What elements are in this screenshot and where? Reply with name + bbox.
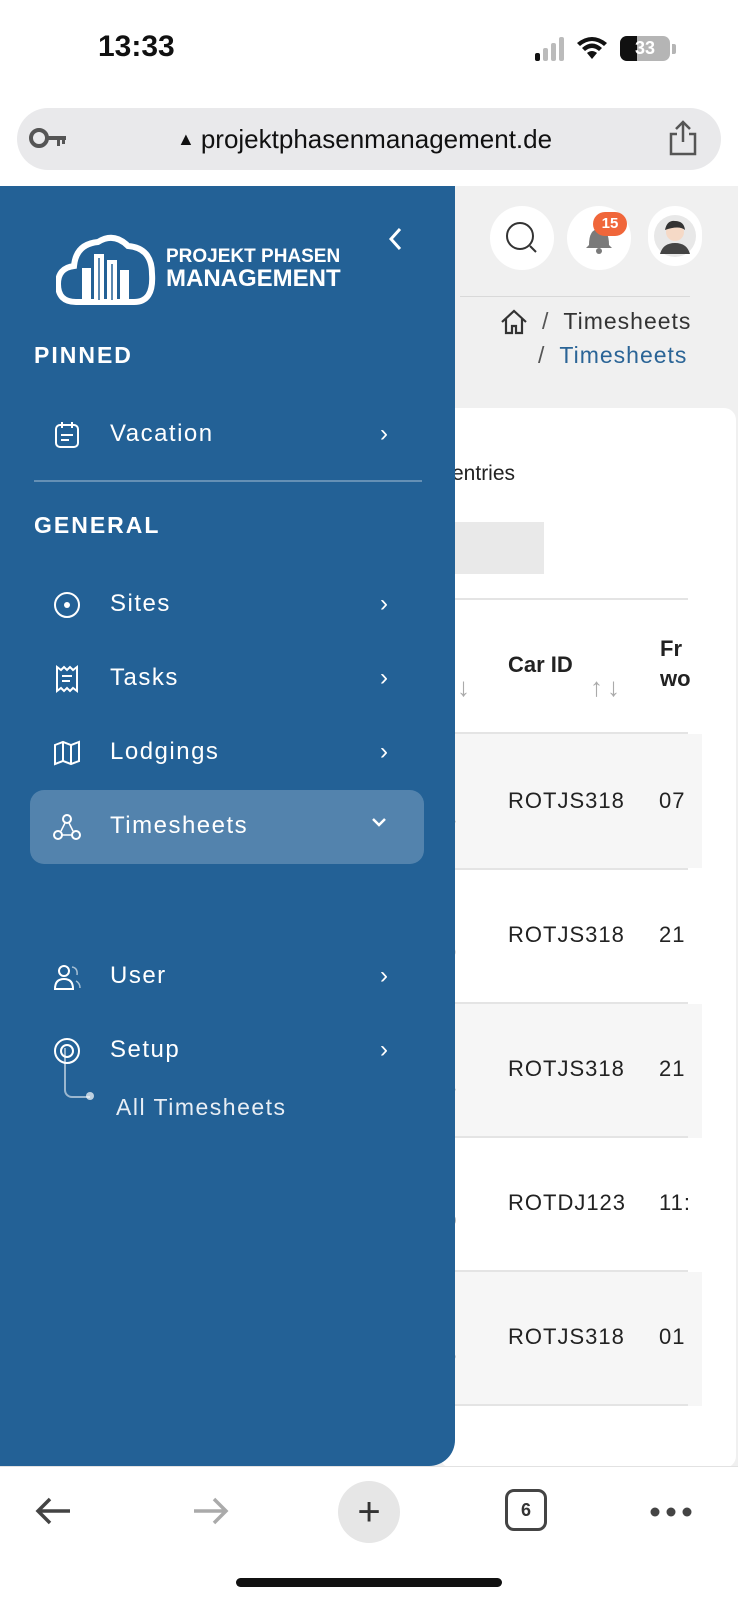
calendar-icon (55, 422, 79, 448)
sidebar-item-label: Timesheets (110, 812, 249, 839)
battery-icon: 33 (620, 36, 670, 61)
cell-car-id: ROTDJ123 (508, 1190, 627, 1215)
table-row[interactable]: -3 ROTJS318 21 (440, 1004, 702, 1138)
home-indicator (236, 1578, 502, 1587)
chevron-right-icon: › (380, 420, 388, 447)
warning-icon: ▲ (177, 129, 195, 149)
battery-tip (672, 43, 676, 54)
cell-next: 01 (659, 1324, 686, 1349)
sort-icon[interactable]: ↑↓ (590, 672, 624, 703)
chevron-down-icon (370, 808, 388, 836)
entries-label: entries (452, 462, 516, 485)
share-icon[interactable] (667, 120, 699, 156)
column-header-next[interactable]: Fr wo (660, 634, 690, 694)
address-bar[interactable]: ▲ projektphasenmanagement.de (17, 108, 721, 170)
header-divider (460, 296, 690, 297)
sidebar-item-setup[interactable]: Setup › (30, 1014, 424, 1088)
url-display[interactable]: ▲ projektphasenmanagement.de (177, 124, 552, 155)
sidebar-item-tasks[interactable]: Tasks › (30, 642, 424, 716)
map-icon (54, 740, 80, 766)
chevron-right-icon: › (380, 1036, 388, 1063)
new-tab-icon[interactable]: + (338, 1481, 400, 1543)
collapse-sidebar-button[interactable] (386, 226, 404, 260)
cell-next: 11: (659, 1190, 691, 1215)
cell-car-id: ROTJS318 (508, 922, 625, 947)
users-icon (53, 965, 81, 990)
logo-text: PROJEKT PHASEN MANAGEMENT (166, 246, 341, 292)
home-icon[interactable] (500, 309, 528, 335)
sidebar-item-label: Setup (110, 1036, 181, 1063)
key-icon[interactable] (29, 126, 69, 150)
cell-next: 21 (659, 922, 686, 947)
notifications-button[interactable]: 15 (567, 206, 631, 270)
status-time: 13:33 (98, 30, 175, 63)
section-title-general: GENERAL (34, 512, 161, 538)
sidebar-item-label: Lodgings (110, 738, 220, 765)
table-row[interactable]: -9 ROTJS318 21 (440, 870, 702, 1004)
sidebar-item-label: Vacation (110, 420, 214, 447)
breadcrumb-item[interactable]: Timesheets (563, 308, 691, 335)
sidebar-item-label: Sites (110, 590, 171, 617)
cell-car-id: ROTJS318 (508, 1324, 625, 1349)
cell-next: 07 (659, 788, 686, 813)
cell-car-id: ROTJS318 (508, 788, 625, 813)
tab-count: 6 (520, 1499, 531, 1520)
breadcrumb-current: / Timesheets (538, 342, 687, 369)
forward-icon[interactable] (190, 1493, 230, 1529)
column-header-text: Fr (660, 636, 682, 661)
sidebar-item-sites[interactable]: Sites › (30, 568, 424, 642)
sidebar: PROJEKT PHASEN MANAGEMENT PINNED Vacatio… (0, 186, 455, 1466)
section-title-pinned: PINNED (34, 342, 133, 368)
logo-line-2: MANAGEMENT (166, 265, 341, 292)
breadcrumb: / Timesheets (500, 308, 691, 335)
status-bar: 13:33 33 (0, 0, 738, 100)
column-header-car-id[interactable]: Car ID (508, 652, 573, 678)
search-button[interactable] (490, 206, 554, 270)
column-header-text: wo (660, 666, 690, 691)
status-icons: 33 (535, 36, 676, 61)
logo[interactable]: PROJEKT PHASEN MANAGEMENT (56, 230, 341, 306)
cell-next: 21 (659, 1056, 686, 1081)
breadcrumb-item[interactable]: Timesheets (559, 342, 687, 369)
row-divider (440, 1404, 688, 1406)
settings-icon (54, 1038, 80, 1064)
breadcrumb-separator: / (542, 308, 550, 334)
chevron-right-icon: › (380, 664, 388, 691)
chevron-left-icon (388, 227, 402, 251)
chevron-right-icon: › (380, 590, 388, 617)
location-icon (54, 592, 80, 618)
chevron-right-icon: › (380, 738, 388, 765)
share-nodes-icon (53, 814, 81, 840)
sidebar-divider (34, 480, 422, 482)
signal-icon (535, 36, 564, 61)
sidebar-item-user[interactable]: User › (30, 940, 424, 1014)
chevron-right-icon: › (380, 962, 388, 989)
table-row[interactable]: -0 ROTDJ123 11: (440, 1138, 702, 1272)
sidebar-subitem-all-timesheets[interactable]: All Timesheets (116, 1094, 287, 1121)
battery-level: 33 (634, 38, 656, 58)
avatar[interactable] (648, 206, 702, 266)
table-row[interactable]: -3 ROTJS318 07 (440, 734, 702, 868)
notification-badge: 15 (593, 212, 627, 236)
search-icon (506, 222, 537, 253)
receipt-icon (56, 665, 78, 693)
table-row[interactable]: -6 ROTJS318 01 (440, 1272, 702, 1406)
logo-cloud-icon (56, 234, 156, 305)
breadcrumb-separator: / (538, 342, 546, 368)
back-icon[interactable] (34, 1493, 74, 1529)
table-search-input[interactable] (440, 522, 544, 574)
table-divider (440, 598, 688, 600)
sidebar-item-vacation[interactable]: Vacation › (30, 398, 424, 472)
wifi-icon (577, 36, 607, 59)
sidebar-item-label: Tasks (110, 664, 179, 691)
tabs-button[interactable]: 6 (505, 1489, 547, 1531)
sidebar-item-timesheets[interactable]: Timesheets (30, 790, 424, 864)
avatar-icon (654, 215, 696, 257)
sidebar-item-label: User (110, 962, 167, 989)
submenu-dot (86, 1092, 94, 1100)
cell-car-id: ROTJS318 (508, 1056, 625, 1081)
sidebar-item-lodgings[interactable]: Lodgings › (30, 716, 424, 790)
url-text: projektphasenmanagement.de (200, 124, 553, 154)
more-icon[interactable] (650, 1507, 692, 1517)
